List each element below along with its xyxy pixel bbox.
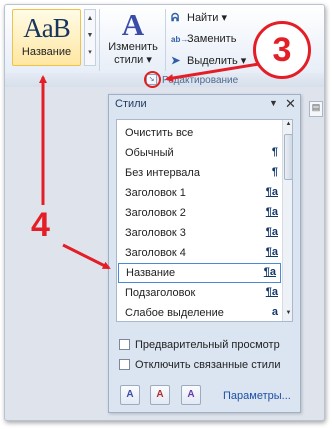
arrow-to-title-item: [62, 243, 111, 270]
annotation-arrows: [39, 62, 260, 270]
word-window-crop: AaB Название ▲ ▼ ▾ A Изменить стили ▾ ᕱН…: [4, 4, 325, 421]
arrow-to-launcher: [165, 62, 260, 82]
